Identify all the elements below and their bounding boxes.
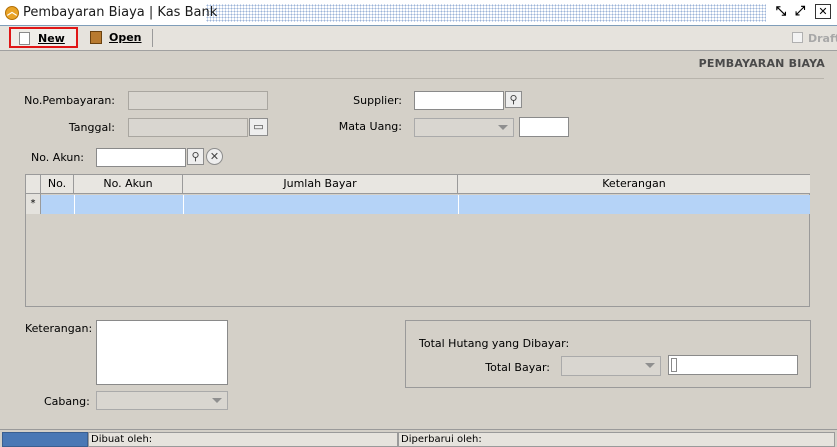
window-title: Pembayaran Biaya | Kas Bank: [23, 5, 218, 20]
total-hutang-label: Total Hutang yang Dibayar:: [419, 337, 570, 350]
diperbarui-oleh: Diperbarui oleh:: [398, 432, 835, 447]
maximize-icon[interactable]: ⤢: [791, 4, 809, 21]
draft-checkbox[interactable]: Draft: [792, 31, 837, 47]
new-button[interactable]: New: [9, 27, 78, 48]
dibuat-oleh: Dibuat oleh:: [88, 432, 398, 447]
grid-header-jumlah-bayar[interactable]: Jumlah Bayar: [183, 175, 458, 194]
titlebar-pattern: [206, 4, 766, 22]
chevron-down-icon: [645, 363, 655, 368]
new-button-label: New: [38, 32, 65, 45]
calendar-icon[interactable]: ▭: [249, 118, 268, 136]
total-bayar-label: Total Bayar:: [485, 361, 550, 374]
cursor-marker: [671, 358, 677, 372]
clear-icon[interactable]: ✕: [206, 148, 223, 165]
no-pembayaran-field[interactable]: [128, 91, 268, 110]
status-accent-block: [2, 432, 88, 447]
grid-header-no[interactable]: No.: [41, 175, 74, 194]
total-panel: [405, 320, 811, 388]
mata-uang-label: Mata Uang:: [338, 120, 402, 133]
total-bayar-currency-select[interactable]: [561, 356, 661, 376]
chevron-down-icon: [212, 398, 222, 403]
close-icon[interactable]: ✕: [815, 4, 831, 19]
supplier-field[interactable]: [414, 91, 504, 110]
kurs-field[interactable]: [519, 117, 569, 137]
new-document-icon: [19, 32, 30, 45]
supplier-search-icon[interactable]: ⚲: [505, 91, 522, 108]
status-bar: Dibuat oleh: Diperbarui oleh:: [0, 429, 837, 447]
no-pembayaran-label: No.Pembayaran:: [24, 94, 115, 107]
chevron-up-circle-icon[interactable]: ︿: [5, 6, 19, 20]
grid-header-no-akun[interactable]: No. Akun: [74, 175, 183, 194]
keterangan-label: Keterangan:: [25, 322, 93, 335]
new-row-marker: *: [26, 194, 41, 214]
no-akun-label: No. Akun:: [31, 151, 84, 164]
open-folder-icon: [90, 31, 102, 44]
grid-header-keterangan[interactable]: Keterangan: [458, 175, 810, 194]
draft-label: Draft: [808, 32, 837, 45]
detail-grid[interactable]: No. No. Akun Jumlah Bayar Keterangan *: [25, 174, 810, 307]
open-button-label: Open: [109, 31, 142, 44]
total-bayar-field[interactable]: [668, 355, 798, 375]
toolbar-separator: [152, 29, 153, 47]
grid-corner: [26, 175, 41, 194]
open-button[interactable]: Open: [86, 28, 152, 48]
supplier-label: Supplier:: [353, 94, 402, 107]
cabang-label: Cabang:: [44, 395, 90, 408]
draft-checkbox-box: [792, 32, 803, 43]
table-row[interactable]: [41, 195, 810, 214]
tanggal-label: Tanggal:: [68, 121, 115, 134]
keterangan-textarea[interactable]: [96, 320, 228, 385]
mata-uang-select[interactable]: [414, 118, 514, 137]
form-heading: PEMBAYARAN BIAYA: [698, 57, 825, 70]
restore-icon[interactable]: ⤡: [772, 4, 790, 21]
cabang-select[interactable]: [96, 391, 228, 410]
chevron-down-icon: [498, 125, 508, 130]
tanggal-field[interactable]: [128, 118, 248, 137]
no-akun-field[interactable]: [96, 148, 186, 167]
cell-divider: [74, 195, 75, 214]
cell-divider: [183, 195, 184, 214]
cell-divider: [458, 195, 459, 214]
no-akun-search-icon[interactable]: ⚲: [187, 148, 204, 165]
